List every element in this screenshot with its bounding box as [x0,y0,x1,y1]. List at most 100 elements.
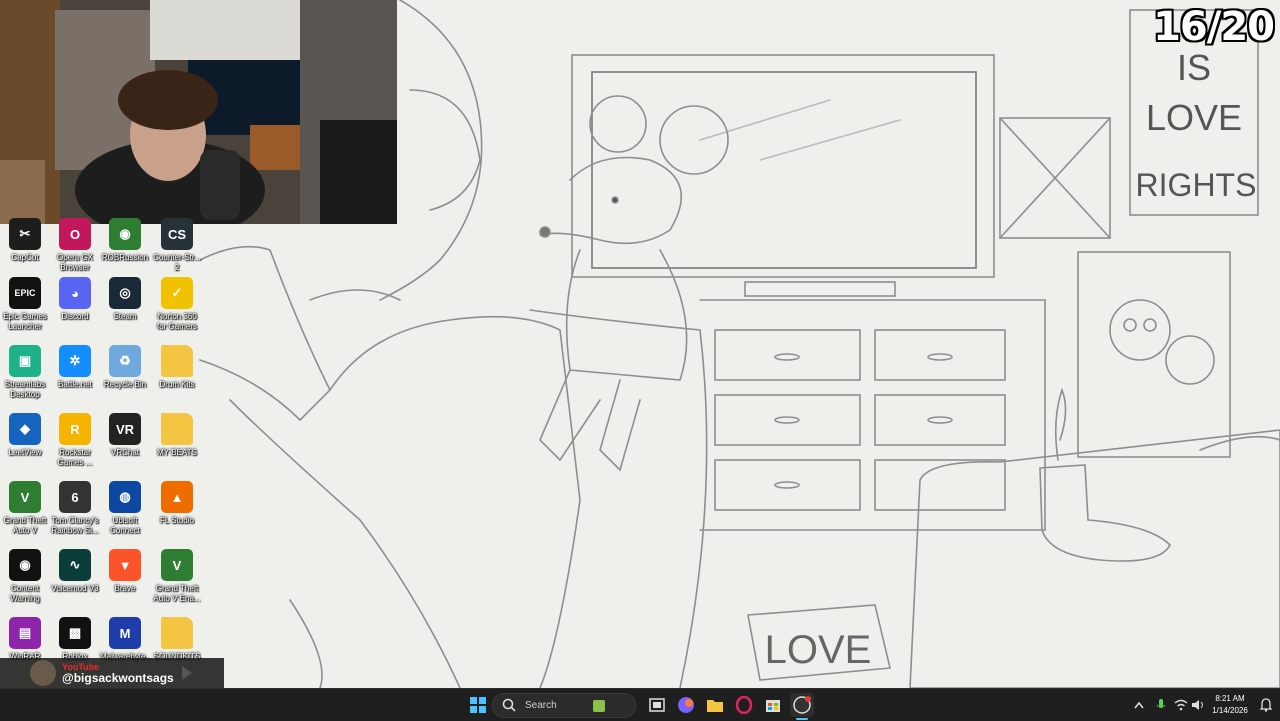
app-icon: ◎ [109,277,141,309]
desktop-icon-label: LeetView [8,448,42,457]
obs-icon [793,696,811,714]
app-icon [161,617,193,649]
desktop-icon-label: Streamlabs Desktop [4,380,46,399]
desktop-icon-label: Norton 360 for Gamers [156,312,197,331]
app-icon: ✂ [9,218,41,250]
app-icon [161,345,193,377]
desktop-icon-grid: ✂ CapCut O Opera GX Browser ◉ ROBRussion CS Cou… [0,218,210,671]
desktop-icon-label: Steam [113,312,137,321]
copilot-button[interactable] [674,693,698,717]
clock-date: 1/14/2026 [1212,706,1248,715]
microphone-icon [1156,699,1166,708]
app-icon: 6 [59,481,91,513]
clock[interactable]: 8:21 AM 1/14/2026 [1206,693,1254,717]
app-icon: ▼ [109,549,141,581]
desktop-icon[interactable]: V Grand Theft Auto V Ena... [152,549,202,604]
desktop-icon-label: ROBRussion [101,253,149,262]
notifications-button[interactable] [1254,693,1278,717]
desktop-icon[interactable]: ✲ Battle.net [50,345,100,390]
desktop-icon[interactable]: ◆ LeetView [0,413,50,458]
desktop-icon-label: Brave [114,584,136,593]
desktop-icon[interactable]: VR VRChat [100,413,150,458]
app-icon: M [109,617,141,649]
desktop-icon[interactable]: EPIC Epic Games Launcher [0,277,50,332]
desktop-icon[interactable]: R Rockstar Games ... [50,413,100,468]
opera-gx-button[interactable] [732,693,756,717]
app-icon: ∿ [59,549,91,581]
desktop-icon[interactable]: ▼ Brave [100,549,150,594]
desktop-icon-label: MY BEATS [157,448,197,457]
avatar [30,660,56,686]
desktop-icon[interactable]: ◉ ROBRussion [100,218,150,263]
poster-line-2: LOVE [1146,97,1242,138]
start-button[interactable] [466,693,490,717]
desktop-icon-label: VRChat [110,448,139,457]
store-button[interactable] [761,693,785,717]
copilot-icon [678,697,694,713]
desktop-icon-label: FL Studio [160,516,194,525]
poster-line-1: IS [1177,47,1211,88]
app-icon: ◆ [9,413,41,445]
app-icon: EPIC [9,277,41,309]
progress-counter: 16/20 [1153,4,1275,50]
app-icon: ◉ [109,218,141,250]
desktop-icon[interactable]: CS Counter-Str... 2 [152,218,202,273]
desktop-icon-label: CapCut [11,253,39,262]
desktop-icon-label: Counter-Str... 2 [153,253,201,272]
app-icon: V [9,481,41,513]
play-icon [181,666,192,680]
app-icon: ◉ [9,549,41,581]
desktop-icon-label: Drum Kits [159,380,195,389]
app-icon: ▩ [59,617,91,649]
desktop-icon[interactable]: ◉ Content Warning [0,549,50,604]
desktop-icon[interactable]: ▤ WinRAR [0,617,50,662]
mat-text: LOVE [765,628,872,672]
desktop-icon-label: Tom Clancy's Rainbow Si... [51,516,99,535]
search-icon [502,698,516,712]
desktop-icon-label: Ubisoft Connect [110,516,140,535]
desktop-icon[interactable]: ◕ Discord [50,277,100,322]
show-hidden-icons-button[interactable] [1127,693,1151,717]
app-icon: CS [161,218,193,250]
desktop-icon[interactable]: ✓ Norton 360 for Gamers [152,277,202,332]
app-icon: ✓ [161,277,193,309]
desktop-icon-label: Voicemod V3 [51,584,99,593]
app-icon: V [161,549,193,581]
windows-icon [470,697,486,713]
app-icon: VR [109,413,141,445]
store-icon [766,700,780,712]
cube-icon [592,699,605,712]
desktop-icon[interactable]: ∿ Voicemod V3 [50,549,100,594]
file-explorer-button[interactable] [703,693,727,717]
desktop-icon[interactable]: O Opera GX Browser [50,218,100,273]
youtube-handle-banner: YouTube @bigsackwontsags [0,658,224,688]
desktop-icon[interactable]: ▲ FL Studio [152,481,202,526]
desktop-icon-label: Grand Theft Auto V [3,516,47,535]
desktop-icon-label: Rockstar Games ... [57,448,93,467]
desktop-icon[interactable]: ♻ Recycle Bin [100,345,150,390]
app-icon: ▲ [161,481,193,513]
taskbar-search[interactable]: Search [492,693,636,718]
task-view-button[interactable] [645,693,669,717]
desktop-icon[interactable]: MY BEATS [152,413,202,458]
desktop-icon[interactable]: Drum Kits [152,345,202,390]
desktop-icon-label: Opera GX Browser [56,253,93,272]
app-icon: R [59,413,91,445]
desktop-icon[interactable]: V Grand Theft Auto V [0,481,50,536]
chevron-up-icon [1134,701,1144,709]
poster-line-3: RIGHTS [1136,167,1257,203]
app-icon: ✲ [59,345,91,377]
desktop-icon[interactable]: 6 Tom Clancy's Rainbow Si... [50,481,100,536]
desktop-icon[interactable]: ✂ CapCut [0,218,50,263]
search-placeholder: Search [525,700,557,711]
desktop-icon-label: Battle.net [58,380,92,389]
desktop-icon-label: Grand Theft Auto V Ena... [153,584,201,603]
desktop-icon[interactable]: ▩ Roblox [50,617,100,662]
desktop-icon[interactable]: SOUNDKITS [152,617,202,662]
app-icon: ◍ [109,481,141,513]
obs-button[interactable] [790,693,814,717]
youtube-handle: @bigsackwontsags [62,671,174,685]
desktop-icon[interactable]: ◍ Ubisoft Connect [100,481,150,536]
desktop-icon[interactable]: ▣ Streamlabs Desktop [0,345,50,400]
desktop-icon[interactable]: ◎ Steam [100,277,150,322]
